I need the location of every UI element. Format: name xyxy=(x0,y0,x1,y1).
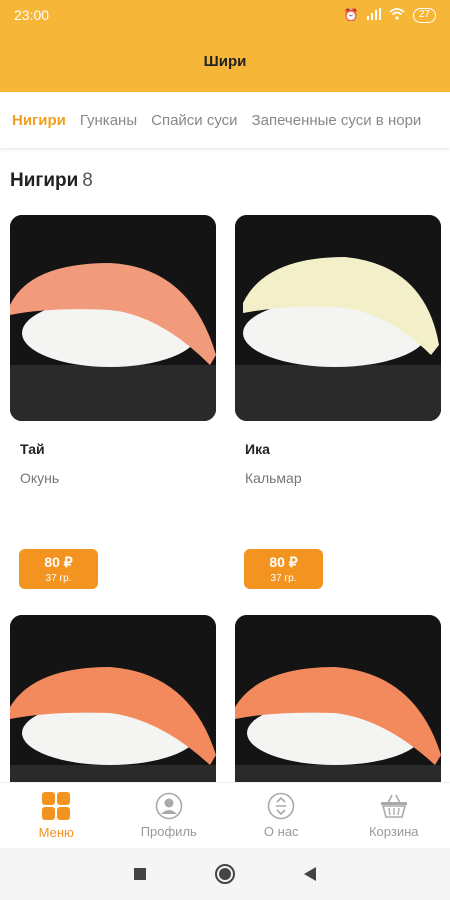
status-icons: ⏰ 27 xyxy=(343,7,436,23)
app-title: Шири xyxy=(203,52,247,70)
product-name: Ика xyxy=(245,441,270,457)
product-price: 80 ₽ xyxy=(269,554,298,570)
nav-menu[interactable]: Меню xyxy=(0,783,113,848)
product-card[interactable]: Ика Кальмар 80 ₽ 37 гр. xyxy=(235,215,441,589)
section-count: 8 xyxy=(82,170,93,191)
section-title: Нигири 8 xyxy=(10,170,93,192)
price-button[interactable]: 80 ₽ 37 гр. xyxy=(19,549,98,589)
info-icon xyxy=(267,792,295,820)
tab-spicy-sushi[interactable]: Спайси суси xyxy=(144,112,244,129)
nav-cart[interactable]: Корзина xyxy=(338,783,450,848)
basket-icon xyxy=(380,794,407,818)
home-icon[interactable] xyxy=(214,863,236,885)
signal-icon xyxy=(366,7,381,23)
bottom-nav: Меню Профиль О нас Корзина xyxy=(0,782,450,848)
tab-nigiri[interactable]: Нигири xyxy=(0,112,73,129)
status-bar: 23:00 ⏰ 27 xyxy=(0,0,450,30)
product-card[interactable]: Тай Окунь 80 ₽ 37 гр. xyxy=(10,215,216,589)
nav-profile-label: Профиль xyxy=(140,824,197,839)
product-weight: 37 гр. xyxy=(45,573,72,584)
nav-menu-label: Меню xyxy=(38,825,74,840)
tab-gunkan[interactable]: Гунканы xyxy=(73,112,144,129)
product-price: 80 ₽ xyxy=(44,554,73,570)
category-tabs: Нигири Гунканы Спайси суси Запеченные су… xyxy=(0,92,450,148)
nav-profile[interactable]: Профиль xyxy=(113,783,226,848)
product-image[interactable] xyxy=(10,215,216,421)
alarm-icon: ⏰ xyxy=(343,8,359,22)
wifi-icon xyxy=(389,7,405,23)
product-description: Окунь xyxy=(20,470,60,486)
nav-about-label: О нас xyxy=(263,824,299,839)
section-title-text: Нигири xyxy=(10,170,79,191)
product-image[interactable] xyxy=(235,215,441,421)
nav-about[interactable]: О нас xyxy=(225,783,338,848)
battery-icon: 27 xyxy=(412,7,436,23)
price-button[interactable]: 80 ₽ 37 гр. xyxy=(244,549,323,589)
back-icon[interactable] xyxy=(303,866,317,882)
tab-baked-sushi[interactable]: Запеченные суси в нори xyxy=(245,112,429,129)
product-name: Тай xyxy=(20,441,45,457)
product-weight: 37 гр. xyxy=(270,573,297,584)
recents-icon[interactable] xyxy=(133,867,147,881)
system-nav-bar xyxy=(0,848,450,900)
nav-cart-label: Корзина xyxy=(368,824,419,839)
grid-icon xyxy=(42,792,71,820)
product-description: Кальмар xyxy=(245,470,302,486)
profile-icon xyxy=(155,792,183,820)
app-bar: Шири xyxy=(0,30,450,92)
status-time: 23:00 xyxy=(14,7,50,23)
